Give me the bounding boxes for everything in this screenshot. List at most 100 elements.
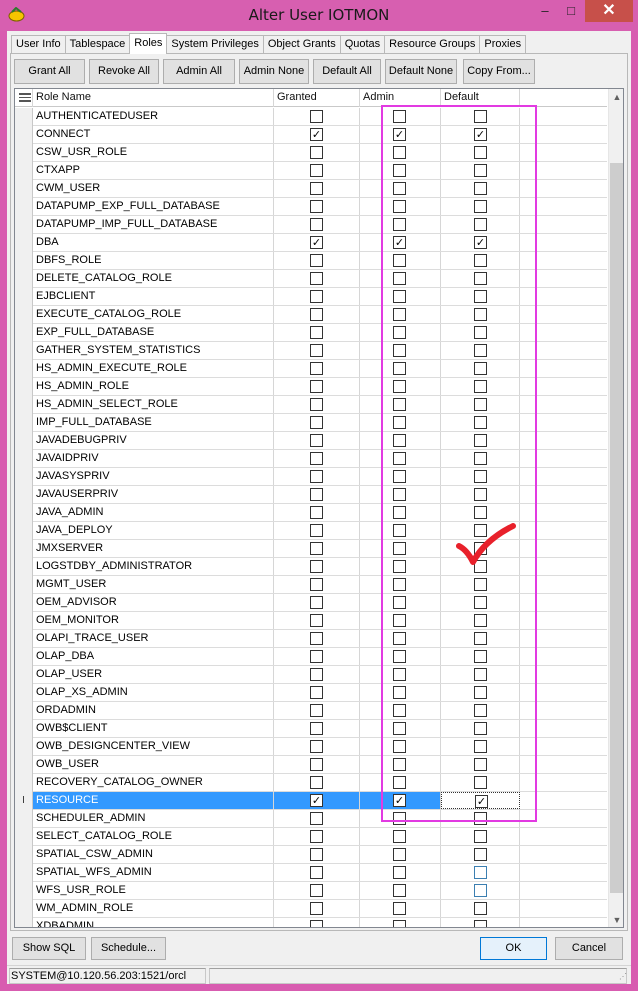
granted-checkbox[interactable] bbox=[310, 776, 323, 789]
role-name-cell[interactable]: WM_ADMIN_ROLE bbox=[33, 900, 274, 917]
default-all-button[interactable]: Default All bbox=[313, 59, 381, 84]
role-name-cell[interactable]: DELETE_CATALOG_ROLE bbox=[33, 270, 274, 287]
row-indicator[interactable] bbox=[15, 252, 33, 270]
granted-checkbox[interactable] bbox=[310, 416, 323, 429]
role-name-cell[interactable]: OEM_MONITOR bbox=[33, 612, 274, 629]
default-checkbox[interactable] bbox=[474, 848, 487, 861]
granted-checkbox[interactable] bbox=[310, 308, 323, 321]
granted-checkbox[interactable] bbox=[310, 632, 323, 645]
role-name-cell[interactable]: CSW_USR_ROLE bbox=[33, 144, 274, 161]
granted-checkbox[interactable] bbox=[310, 866, 323, 879]
row-indicator[interactable] bbox=[15, 234, 33, 252]
role-name-cell[interactable]: EXECUTE_CATALOG_ROLE bbox=[33, 306, 274, 323]
granted-checkbox[interactable] bbox=[310, 218, 323, 231]
row-indicator[interactable] bbox=[15, 630, 33, 648]
role-name-cell[interactable]: DBFS_ROLE bbox=[33, 252, 274, 269]
row-indicator[interactable] bbox=[15, 828, 33, 846]
granted-checkbox[interactable] bbox=[310, 164, 323, 177]
granted-checkbox[interactable] bbox=[310, 668, 323, 681]
row-indicator[interactable] bbox=[15, 558, 33, 576]
granted-checkbox[interactable] bbox=[310, 272, 323, 285]
copy-from-button[interactable]: Copy From... bbox=[463, 59, 535, 84]
row-indicator[interactable]: I bbox=[15, 792, 33, 810]
row-indicator[interactable] bbox=[15, 612, 33, 630]
default-checkbox[interactable] bbox=[474, 830, 487, 843]
row-indicator[interactable] bbox=[15, 810, 33, 828]
role-name-cell[interactable]: GATHER_SYSTEM_STATISTICS bbox=[33, 342, 274, 359]
granted-checkbox[interactable] bbox=[310, 326, 323, 339]
row-indicator[interactable] bbox=[15, 774, 33, 792]
table-row[interactable]: SELECT_CATALOG_ROLE bbox=[15, 828, 607, 846]
row-indicator[interactable] bbox=[15, 918, 33, 927]
role-name-cell[interactable]: OWB$CLIENT bbox=[33, 720, 274, 737]
row-indicator[interactable] bbox=[15, 900, 33, 918]
table-row[interactable]: WM_ADMIN_ROLE bbox=[15, 900, 607, 918]
maximize-button[interactable]: □ bbox=[558, 0, 584, 22]
granted-checkbox[interactable] bbox=[310, 650, 323, 663]
role-name-cell[interactable]: EJBCLIENT bbox=[33, 288, 274, 305]
row-indicator[interactable] bbox=[15, 180, 33, 198]
default-none-button[interactable]: Default None bbox=[385, 59, 457, 84]
granted-checkbox[interactable] bbox=[310, 146, 323, 159]
role-name-cell[interactable]: AUTHENTICATEDUSER bbox=[33, 108, 274, 125]
admin-checkbox[interactable] bbox=[393, 830, 406, 843]
role-name-cell[interactable]: OLAP_DBA bbox=[33, 648, 274, 665]
default-checkbox[interactable] bbox=[474, 902, 487, 915]
row-indicator[interactable] bbox=[15, 216, 33, 234]
granted-checkbox[interactable] bbox=[310, 902, 323, 915]
role-name-cell[interactable]: OWB_DESIGNCENTER_VIEW bbox=[33, 738, 274, 755]
role-name-cell[interactable]: RESOURCE bbox=[33, 792, 274, 809]
admin-checkbox[interactable] bbox=[393, 866, 406, 879]
row-indicator[interactable] bbox=[15, 666, 33, 684]
granted-checkbox[interactable] bbox=[310, 434, 323, 447]
vertical-scrollbar[interactable]: ▲ ▼ bbox=[608, 89, 623, 927]
row-indicator[interactable] bbox=[15, 882, 33, 900]
granted-checkbox[interactable] bbox=[310, 812, 323, 825]
granted-checkbox[interactable] bbox=[310, 182, 323, 195]
admin-checkbox[interactable] bbox=[393, 902, 406, 915]
role-name-cell[interactable]: DATAPUMP_EXP_FULL_DATABASE bbox=[33, 198, 274, 215]
table-row[interactable]: WFS_USR_ROLE bbox=[15, 882, 607, 900]
show-sql-button[interactable]: Show SQL bbox=[12, 937, 86, 960]
role-name-cell[interactable]: EXP_FULL_DATABASE bbox=[33, 324, 274, 341]
close-button[interactable]: ✕ bbox=[585, 0, 633, 22]
role-name-cell[interactable]: DATAPUMP_IMP_FULL_DATABASE bbox=[33, 216, 274, 233]
row-indicator[interactable] bbox=[15, 162, 33, 180]
row-indicator[interactable] bbox=[15, 522, 33, 540]
role-name-cell[interactable]: SPATIAL_WFS_ADMIN bbox=[33, 864, 274, 881]
role-name-cell[interactable]: JAVA_ADMIN bbox=[33, 504, 274, 521]
granted-checkbox[interactable] bbox=[310, 362, 323, 375]
row-indicator[interactable] bbox=[15, 270, 33, 288]
role-name-cell[interactable]: OLAP_USER bbox=[33, 666, 274, 683]
granted-checkbox[interactable] bbox=[310, 830, 323, 843]
default-checkbox[interactable] bbox=[474, 866, 487, 879]
table-row[interactable]: SPATIAL_CSW_ADMIN bbox=[15, 846, 607, 864]
tab-user-info[interactable]: User Info bbox=[11, 35, 66, 54]
role-name-cell[interactable]: SPATIAL_CSW_ADMIN bbox=[33, 846, 274, 863]
granted-checkbox[interactable] bbox=[310, 488, 323, 501]
scroll-thumb[interactable] bbox=[610, 163, 623, 893]
tab-tablespace[interactable]: Tablespace bbox=[64, 35, 131, 54]
row-indicator[interactable] bbox=[15, 360, 33, 378]
role-name-cell[interactable]: XDBADMIN bbox=[33, 918, 274, 927]
granted-checkbox[interactable] bbox=[310, 920, 323, 927]
row-indicator[interactable] bbox=[15, 198, 33, 216]
admin-checkbox[interactable] bbox=[393, 848, 406, 861]
role-name-cell[interactable]: CONNECT bbox=[33, 126, 274, 143]
role-name-cell[interactable]: OLAP_XS_ADMIN bbox=[33, 684, 274, 701]
tab-proxies[interactable]: Proxies bbox=[479, 35, 527, 54]
tab-system-privileges[interactable]: System Privileges bbox=[166, 35, 264, 54]
granted-checkbox[interactable] bbox=[310, 110, 323, 123]
role-name-cell[interactable]: OLAPI_TRACE_USER bbox=[33, 630, 274, 647]
row-indicator[interactable] bbox=[15, 504, 33, 522]
column-header-granted[interactable]: Granted bbox=[274, 89, 360, 107]
granted-checkbox[interactable] bbox=[310, 506, 323, 519]
table-row[interactable]: SPATIAL_WFS_ADMIN bbox=[15, 864, 607, 882]
row-indicator[interactable] bbox=[15, 468, 33, 486]
granted-checkbox[interactable]: ✓ bbox=[310, 794, 323, 807]
admin-none-button[interactable]: Admin None bbox=[239, 59, 309, 84]
row-indicator[interactable] bbox=[15, 738, 33, 756]
granted-checkbox[interactable] bbox=[310, 560, 323, 573]
granted-checkbox[interactable] bbox=[310, 704, 323, 717]
admin-all-button[interactable]: Admin All bbox=[163, 59, 235, 84]
